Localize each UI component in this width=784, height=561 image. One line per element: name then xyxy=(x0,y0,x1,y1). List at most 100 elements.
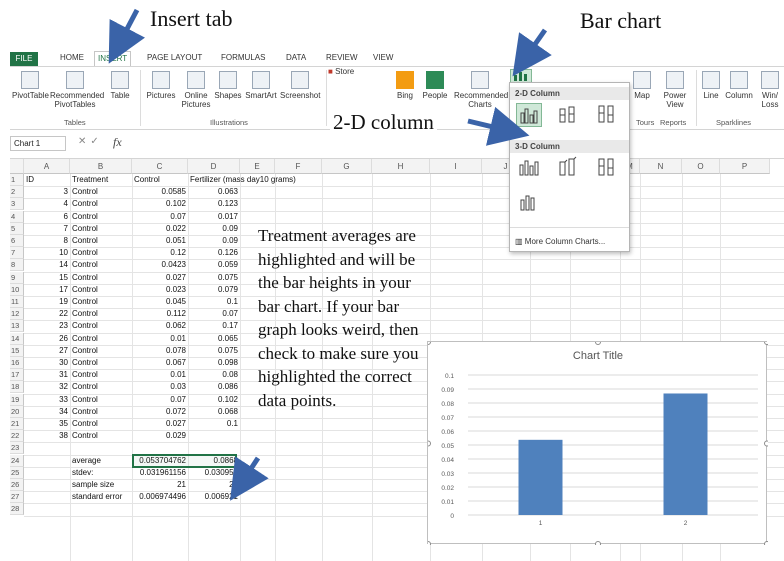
3d-column-option[interactable] xyxy=(516,191,542,215)
cell[interactable]: Control xyxy=(72,369,98,381)
cell[interactable]: Control xyxy=(72,406,98,418)
bing-button[interactable]: Bing xyxy=(392,67,418,100)
row-header[interactable]: 28 xyxy=(10,503,24,516)
cell[interactable]: Control xyxy=(72,381,98,393)
column-header-c[interactable]: C xyxy=(132,159,188,174)
tab-formulas[interactable]: FORMULAS xyxy=(221,53,265,62)
recommended-pivot-button[interactable]: Recommended PivotTables xyxy=(50,67,104,109)
cell[interactable]: Control xyxy=(72,357,98,369)
chart-resize-handle[interactable] xyxy=(425,339,431,345)
tab-insert[interactable]: INSERT xyxy=(94,51,132,66)
shapes-button[interactable]: Shapes xyxy=(214,67,242,100)
tab-view[interactable]: VIEW xyxy=(373,53,393,62)
more-column-charts-link[interactable]: ▥ More Column Charts... xyxy=(515,237,605,246)
table-button[interactable]: Table xyxy=(106,67,134,100)
cell[interactable]: 0.017 xyxy=(188,211,238,223)
cell[interactable]: Control xyxy=(72,430,98,442)
tab-page-layout[interactable]: PAGE LAYOUT xyxy=(147,53,202,62)
cell[interactable]: 3 xyxy=(24,186,68,198)
cell[interactable]: 0.07 xyxy=(132,394,186,406)
cell[interactable]: 0.063 xyxy=(188,186,238,198)
cell[interactable]: 6 xyxy=(24,211,68,223)
cell[interactable]: 0.112 xyxy=(132,308,186,320)
column-header-n[interactable]: N xyxy=(640,159,682,174)
cell[interactable]: 22 xyxy=(24,308,68,320)
row-header[interactable]: 14 xyxy=(10,332,24,345)
cell[interactable]: Fertilizer (mass day10 grams) xyxy=(190,174,296,186)
fx-icon[interactable]: fx xyxy=(113,135,122,150)
cell[interactable]: Control xyxy=(72,186,98,198)
row-header[interactable]: 8 xyxy=(10,259,24,272)
cell[interactable]: 0.030953 xyxy=(188,467,238,479)
pivot-table-button[interactable]: PivotTable xyxy=(12,67,49,100)
cell[interactable]: 21 xyxy=(132,479,186,491)
row-header[interactable]: 7 xyxy=(10,247,24,260)
cell[interactable]: 0.102 xyxy=(188,394,238,406)
cell[interactable]: 0.1 xyxy=(188,418,238,430)
select-all-corner[interactable] xyxy=(10,159,24,174)
column-header-f[interactable]: F xyxy=(275,159,322,174)
cell[interactable]: 0.086 xyxy=(188,381,238,393)
power-view-button[interactable]: Power View xyxy=(660,67,690,109)
row-header[interactable]: 23 xyxy=(10,442,24,455)
column-header-p[interactable]: P xyxy=(720,159,770,174)
cell[interactable]: 0.03 xyxy=(132,381,186,393)
cell[interactable]: 0.029 xyxy=(132,430,186,442)
row-header[interactable]: 15 xyxy=(10,344,24,357)
3d-clustered-column-option[interactable] xyxy=(516,156,542,180)
tab-file[interactable]: FILE xyxy=(10,52,38,66)
cell[interactable]: 0.123 xyxy=(188,198,238,210)
cell[interactable]: 30 xyxy=(24,357,68,369)
cell[interactable]: Control xyxy=(72,418,98,430)
cell[interactable]: 10 xyxy=(24,247,68,259)
cell[interactable]: Control xyxy=(72,284,98,296)
cell[interactable]: 34 xyxy=(24,406,68,418)
sparkline-column-button[interactable]: Column xyxy=(722,67,756,100)
cell[interactable]: 14 xyxy=(24,259,68,271)
column-header-i[interactable]: I xyxy=(430,159,482,174)
cell[interactable]: 35 xyxy=(24,418,68,430)
cell[interactable]: 0.17 xyxy=(188,320,238,332)
row-header[interactable]: 2 xyxy=(10,186,24,199)
cell[interactable]: 0.006921 xyxy=(188,491,238,503)
row-header[interactable]: 16 xyxy=(10,357,24,369)
stacked-column-option[interactable] xyxy=(555,103,581,127)
cell[interactable]: Control xyxy=(72,333,98,345)
cell[interactable]: 0.075 xyxy=(188,345,238,357)
recommended-charts-button[interactable]: Recommended Charts xyxy=(454,67,508,109)
cell[interactable]: Control xyxy=(72,235,98,247)
map-button[interactable]: Map xyxy=(632,67,652,100)
chart-resize-handle[interactable] xyxy=(764,339,770,345)
cell[interactable]: 0.067 xyxy=(132,357,186,369)
row-header[interactable]: 10 xyxy=(10,283,24,296)
chart-resize-handle[interactable] xyxy=(425,541,431,547)
row-header[interactable]: 5 xyxy=(10,222,24,235)
row-header[interactable]: 17 xyxy=(10,369,24,382)
screenshot-button[interactable]: Screenshot xyxy=(280,67,320,100)
cell[interactable]: 0.078 xyxy=(132,345,186,357)
cell[interactable]: Treatment xyxy=(72,174,108,186)
cell[interactable]: 0.068 xyxy=(188,406,238,418)
cell[interactable]: 0.01 xyxy=(132,333,186,345)
cell[interactable]: 0.102 xyxy=(132,198,186,210)
cell[interactable]: 0.12 xyxy=(132,247,186,259)
cell[interactable]: Control xyxy=(72,394,98,406)
percent-stacked-column-option[interactable] xyxy=(594,103,620,127)
chart-resize-handle[interactable] xyxy=(595,541,601,547)
column-header-g[interactable]: G xyxy=(322,159,372,174)
cell[interactable]: 19 xyxy=(24,296,68,308)
column-header-e[interactable]: E xyxy=(240,159,275,174)
cell[interactable]: 17 xyxy=(24,284,68,296)
cell[interactable]: Control xyxy=(134,174,160,186)
column-header-a[interactable]: A xyxy=(24,159,70,174)
cell[interactable]: 7 xyxy=(24,223,68,235)
cell[interactable]: 0.027 xyxy=(132,272,186,284)
pictures-button[interactable]: Pictures xyxy=(144,67,178,100)
row-header[interactable]: 11 xyxy=(10,296,24,308)
name-box[interactable]: Chart 1 xyxy=(10,136,66,151)
row-header[interactable]: 6 xyxy=(10,235,24,247)
cell[interactable]: 0.006974496 xyxy=(132,491,186,503)
cell[interactable]: sample size xyxy=(72,479,114,491)
cell[interactable]: 0.065 xyxy=(188,333,238,345)
column-chart[interactable]: Chart Title 0 0.01 0.02 0.03 0.04 0.05 0.06 0.07… xyxy=(425,339,770,547)
